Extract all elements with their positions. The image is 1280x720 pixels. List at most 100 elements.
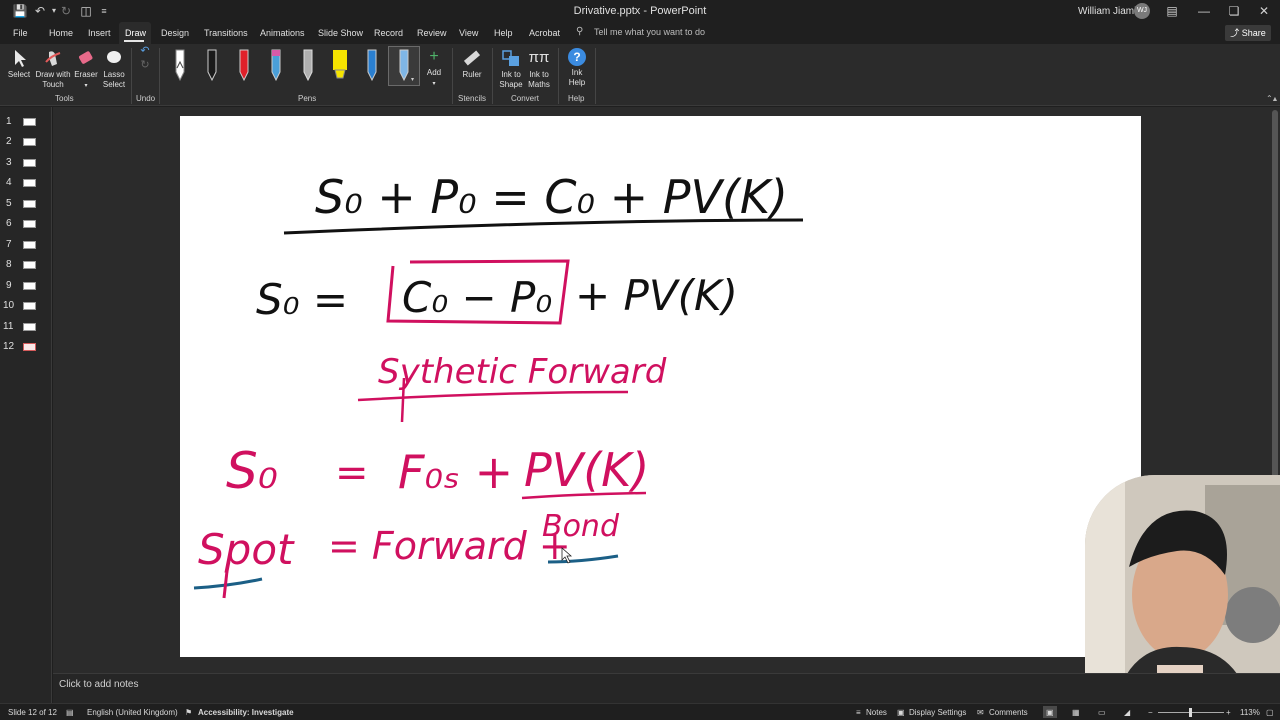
pen-white[interactable] (168, 48, 192, 84)
pen-silver[interactable] (296, 48, 320, 84)
slide-thumbnail[interactable] (23, 323, 36, 331)
slide-thumbnail[interactable] (23, 159, 36, 167)
tab-insert[interactable]: Insert (88, 28, 111, 38)
ribbon-undo-icon[interactable]: ↶ (138, 46, 152, 57)
display-settings-button[interactable]: Display Settings (909, 708, 966, 717)
slide-sorter-icon[interactable]: ▦ (1072, 708, 1080, 717)
slide-thumbnail[interactable] (23, 118, 36, 126)
tab-help[interactable]: Help (494, 28, 513, 38)
comments-icon[interactable]: ✉ (977, 708, 984, 717)
slide-canvas[interactable]: S₀ + P₀ = C₀ + PV(K) S₀ = C₀ − P₀ + PV(K… (180, 116, 1141, 657)
ink-equation-1[interactable]: S₀ + P₀ = C₀ + PV(K) (315, 170, 788, 224)
add-pen-button[interactable]: + Add ▾ (424, 48, 444, 89)
ink-line-3-s0[interactable]: S₀ (226, 442, 278, 500)
fit-slide-icon[interactable]: ▢ (1266, 708, 1274, 717)
accessibility-status[interactable]: Accessibility: Investigate (198, 708, 294, 717)
ribbon-redo-icon[interactable]: ↻ (138, 60, 152, 71)
ink-help-button[interactable]: ? Ink Help (564, 48, 590, 88)
slide-thumbnail[interactable] (23, 138, 36, 146)
ink-equation-2-left[interactable]: S₀ = (256, 275, 348, 324)
close-icon[interactable]: ✕ (1254, 2, 1274, 20)
slide-number[interactable]: 1 (6, 116, 20, 127)
restore-icon[interactable]: ❏ (1224, 2, 1244, 20)
pen-galaxy[interactable] (264, 48, 288, 84)
eraser-button[interactable]: Eraser ▾ (73, 48, 99, 91)
slide-thumbnail[interactable] (23, 282, 36, 290)
ink-equation-2-box[interactable]: C₀ − P₀ (402, 273, 552, 322)
tab-transitions[interactable]: Transitions (204, 28, 248, 38)
ink-to-shape-button[interactable]: Ink to Shape (498, 48, 524, 90)
comments-button[interactable]: Comments (989, 708, 1028, 717)
display-settings-icon[interactable]: ▣ (897, 708, 905, 717)
ink-underline-synthetic[interactable] (357, 390, 629, 402)
tab-draw[interactable]: Draw (125, 28, 146, 38)
zoom-level[interactable]: 113% (1240, 708, 1260, 717)
notes-pane[interactable]: Click to add notes (53, 673, 1280, 703)
pen-dropdown-icon[interactable]: ▾ (411, 76, 414, 83)
slide-number[interactable]: 10 (3, 300, 17, 311)
slide-number[interactable]: 9 (6, 280, 20, 291)
draw-with-touch-button[interactable]: Draw with Touch (33, 48, 73, 90)
zoom-slider-thumb[interactable] (1189, 708, 1192, 717)
slide-show-icon[interactable]: ◢ (1124, 708, 1130, 717)
user-name[interactable]: William Jiamin (1078, 6, 1142, 17)
slide-number[interactable]: 12 (3, 341, 17, 352)
ink-stroke-p-tail[interactable] (222, 570, 229, 599)
tell-me-search[interactable]: Tell me what you want to do (594, 27, 705, 37)
accessibility-icon[interactable]: ⚑ (185, 708, 192, 717)
slide-thumbnail[interactable] (23, 220, 36, 228)
tab-review[interactable]: Review (417, 28, 447, 38)
spelling-icon[interactable]: ▤ (66, 708, 74, 717)
ink-line-3-equals[interactable]: = (335, 450, 369, 496)
select-button[interactable]: Select (6, 48, 32, 80)
share-button[interactable]: ⤴ Share (1225, 25, 1271, 41)
tab-animations[interactable]: Animations (260, 28, 305, 38)
ink-forward-plus[interactable]: = Forward + (328, 524, 571, 568)
avatar[interactable]: WJ (1134, 3, 1150, 19)
slide-number[interactable]: 7 (6, 239, 20, 250)
ribbon-display-icon[interactable]: ▤ (1162, 2, 1182, 20)
ink-synthetic-forward[interactable]: Sythetic Forward (378, 352, 667, 392)
ink-to-maths-button[interactable]: ππ Ink to Maths (526, 48, 552, 90)
tab-file[interactable]: File (13, 28, 28, 38)
slide-number[interactable]: 6 (6, 218, 20, 229)
tab-slide-show[interactable]: Slide Show (318, 28, 363, 38)
reading-view-icon[interactable]: ▭ (1098, 708, 1106, 717)
ink-line-3-forward[interactable]: F₀ₛ + (398, 445, 513, 499)
scroll-up-icon[interactable]: ▲ (1270, 96, 1280, 103)
notes-icon[interactable]: ≡ (856, 708, 861, 717)
slide-thumbnail[interactable] (23, 302, 36, 310)
ink-equation-2-right[interactable]: + PV(K) (575, 271, 738, 320)
pen-black[interactable] (200, 48, 224, 84)
ruler-button[interactable]: Ruler (459, 48, 485, 80)
tab-design[interactable]: Design (161, 28, 189, 38)
slide-thumbnail-selected[interactable] (23, 343, 36, 351)
notes-placeholder[interactable]: Click to add notes (59, 679, 139, 690)
minimize-icon[interactable]: — (1194, 2, 1214, 20)
slide-thumbnail[interactable] (23, 200, 36, 208)
slide-number[interactable]: 3 (6, 157, 20, 168)
notes-button[interactable]: Notes (866, 708, 887, 717)
lasso-select-button[interactable]: Lasso Select (101, 48, 127, 90)
ink-layer[interactable]: S₀ + P₀ = C₀ + PV(K) S₀ = C₀ − P₀ + PV(K… (180, 116, 1141, 657)
slide-number[interactable]: 8 (6, 259, 20, 270)
highlighter-yellow[interactable] (328, 48, 352, 84)
zoom-out-icon[interactable]: − (1148, 708, 1153, 717)
slide-number[interactable]: 11 (3, 321, 17, 332)
pen-red[interactable] (232, 48, 256, 84)
ink-teal-underline-spot[interactable] (193, 577, 263, 590)
tab-acrobat[interactable]: Acrobat (529, 28, 560, 38)
slide-number[interactable]: 4 (6, 177, 20, 188)
tab-home[interactable]: Home (49, 28, 73, 38)
tab-view[interactable]: View (459, 28, 478, 38)
ink-spot[interactable]: Spot (198, 525, 295, 574)
slide-number[interactable]: 2 (6, 136, 20, 147)
slide-thumbnail[interactable] (23, 241, 36, 249)
tab-record[interactable]: Record (374, 28, 403, 38)
slide-thumbnail[interactable] (23, 179, 36, 187)
slide-thumbnail[interactable] (23, 261, 36, 269)
pen-blue[interactable] (360, 48, 384, 84)
ink-line-3-pvk[interactable]: PV(K) (524, 443, 649, 497)
language-status[interactable]: English (United Kingdom) (87, 708, 178, 717)
ink-bond[interactable]: Bond (542, 509, 620, 544)
